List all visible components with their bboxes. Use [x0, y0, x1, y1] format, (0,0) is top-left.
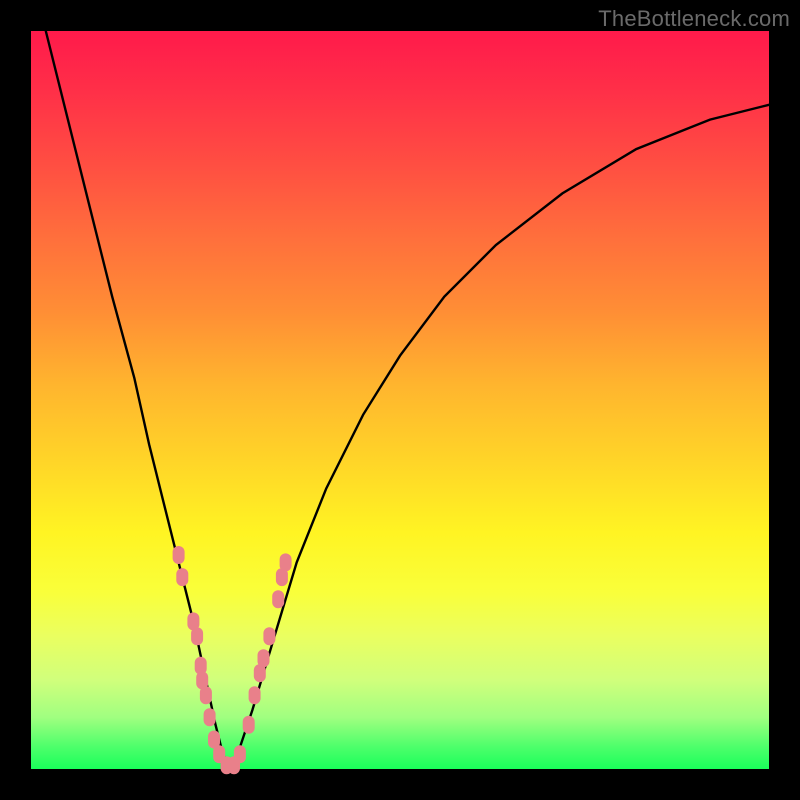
marker-group — [173, 546, 292, 774]
marker-dot — [173, 546, 185, 564]
marker-dot — [234, 745, 246, 763]
marker-dot — [204, 708, 216, 726]
marker-dot — [263, 627, 275, 645]
bottleneck-curve — [46, 31, 769, 769]
marker-dot — [280, 553, 292, 571]
marker-dot — [191, 627, 203, 645]
plot-area — [31, 31, 769, 769]
marker-dot — [200, 686, 212, 704]
marker-dot — [272, 590, 284, 608]
chart-frame: TheBottleneck.com — [0, 0, 800, 800]
curve-svg — [31, 31, 769, 769]
marker-dot — [176, 568, 188, 586]
marker-dot — [243, 716, 255, 734]
marker-dot — [258, 649, 270, 667]
marker-dot — [249, 686, 261, 704]
watermark-text: TheBottleneck.com — [598, 6, 790, 32]
